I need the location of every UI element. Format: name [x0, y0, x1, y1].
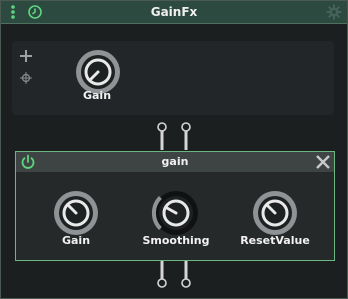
smoothing-knob[interactable] [151, 188, 201, 238]
gain-knob-label: Gain [82, 89, 112, 102]
connector-pin-icon[interactable] [181, 261, 191, 289]
gear-icon[interactable] [326, 4, 342, 20]
reset-value-label: ResetValue [240, 234, 310, 247]
node-title: gain [161, 155, 189, 168]
titlebar[interactable]: GainFx [1, 1, 347, 24]
node-header[interactable]: gain [16, 152, 334, 172]
macro-panel: Gain [12, 41, 334, 115]
smoothing-label: Smoothing [142, 234, 210, 247]
node-gain-knob[interactable] [51, 188, 101, 238]
close-icon[interactable] [315, 154, 331, 170]
connector-pin-icon[interactable] [157, 261, 167, 289]
connector-pin-icon[interactable] [157, 122, 167, 150]
plus-icon[interactable] [19, 49, 33, 63]
connector-pin-icon[interactable] [181, 122, 191, 150]
gain-node: gain Gain Smoothing ResetValue [15, 151, 335, 261]
node-gain-label: Gain [61, 234, 91, 247]
window-title: GainFx [150, 5, 198, 19]
plugin-window: GainFx Gain gain Gain Smoothing ResetVal… [0, 0, 348, 299]
crosshair-icon[interactable] [20, 72, 32, 84]
reset-value-knob[interactable] [250, 188, 300, 238]
node-body: Gain Smoothing ResetValue [16, 172, 334, 260]
